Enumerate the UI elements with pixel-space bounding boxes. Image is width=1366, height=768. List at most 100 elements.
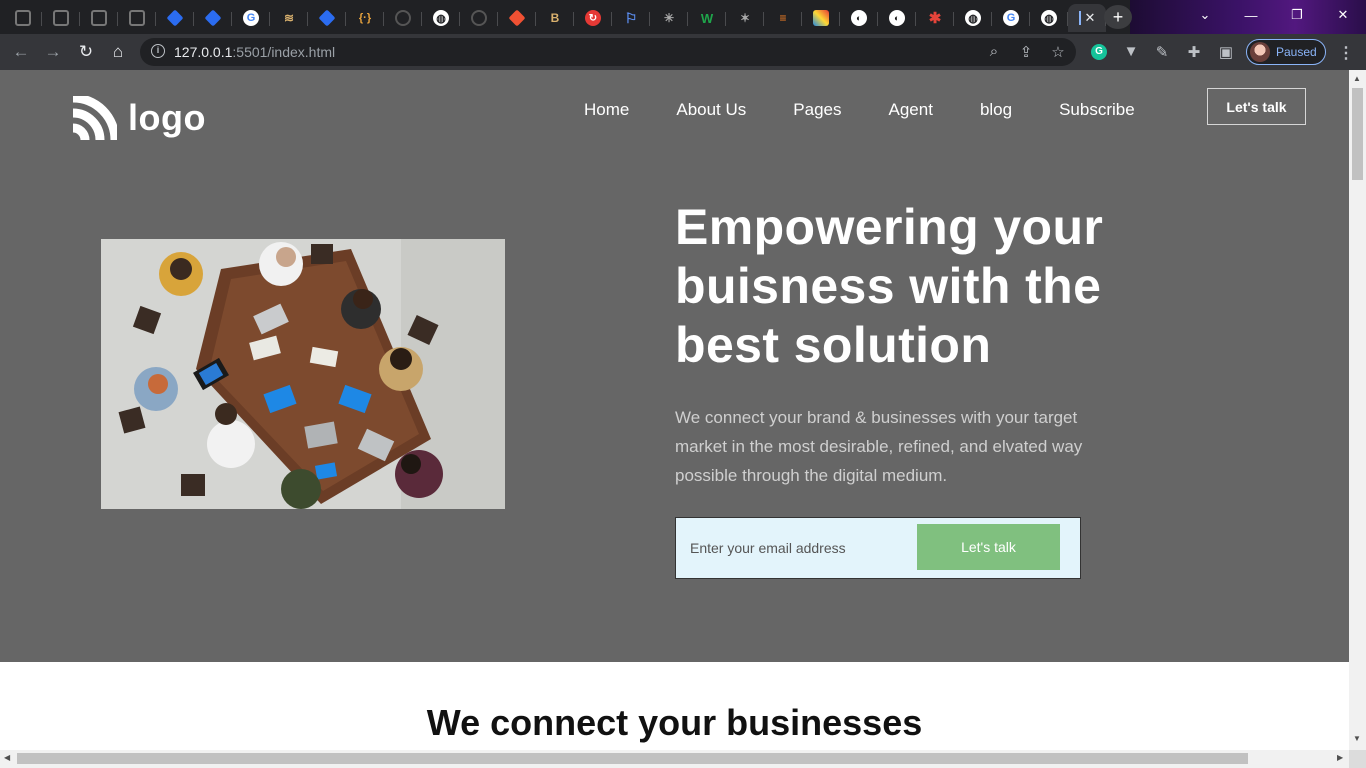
browser-tab[interactable] xyxy=(308,4,346,32)
jira-icon xyxy=(166,9,184,27)
back-arrow-icon[interactable]: ← xyxy=(11,42,31,62)
scroll-up-arrow-icon[interactable]: ▲ xyxy=(1353,74,1361,83)
planet-icon: ◐ xyxy=(851,10,867,26)
url-text[interactable]: 127.0.0.1:5501/index.html xyxy=(174,44,335,60)
browser-tab[interactable] xyxy=(194,4,232,32)
close-window-button[interactable]: ✕ xyxy=(1320,0,1366,30)
browser-tab[interactable] xyxy=(384,4,422,32)
browser-tab-strip: G ≋ {·} ◍ B ↻ ⚐ ✳ W ✶ ≡ ◐ ◐ ✱ ◍ G ◍ ✕ + ⌄ — ❐ ✕ xyxy=(0,0,1366,34)
jira-icon xyxy=(204,9,222,27)
nav-subscribe[interactable]: Subscribe xyxy=(1059,100,1135,120)
forward-arrow-icon[interactable]: → xyxy=(43,42,63,62)
section-title: We connect your businesses xyxy=(426,702,923,743)
new-tab-button[interactable]: + xyxy=(1104,5,1132,29)
jira-icon xyxy=(318,9,336,27)
vertical-scrollbar[interactable]: ▲ ▼ xyxy=(1349,70,1366,750)
flag-icon: ⚐ xyxy=(624,9,638,26)
email-input[interactable] xyxy=(690,518,910,578)
browser-tab[interactable]: ◍ xyxy=(1030,4,1068,32)
layers-icon: ≋ xyxy=(283,11,295,25)
lets-talk-header-button[interactable]: Let's talk xyxy=(1207,88,1306,125)
grammarly-extension-icon[interactable]: G xyxy=(1091,44,1107,60)
scrollbar-corner xyxy=(1349,750,1366,768)
browser-tab[interactable]: ✳ xyxy=(650,4,688,32)
nav-agent[interactable]: Agent xyxy=(889,100,933,120)
browser-menu-icon[interactable]: ⋮ xyxy=(1338,43,1354,63)
browser-tab[interactable] xyxy=(80,4,118,32)
filter-extension-icon[interactable]: ▼ xyxy=(1122,43,1140,60)
braces-icon: {·} xyxy=(358,12,372,24)
browser-tab[interactable]: ◐ xyxy=(878,4,916,32)
horizontal-scrollbar[interactable]: ◀ ▶ xyxy=(0,750,1349,768)
browser-tab[interactable] xyxy=(802,4,840,32)
globe-icon: ◍ xyxy=(965,10,981,26)
horizontal-scroll-thumb[interactable] xyxy=(17,753,1248,764)
scroll-right-arrow-icon[interactable]: ▶ xyxy=(1337,753,1343,762)
team-meeting-photo xyxy=(101,239,505,509)
tab-search-icon[interactable]: ⌄ xyxy=(1182,0,1228,30)
browser-tab[interactable] xyxy=(4,4,42,32)
browser-tab[interactable]: G xyxy=(232,4,270,32)
nav-about-us[interactable]: About Us xyxy=(676,100,746,120)
google-icon: G xyxy=(243,10,259,26)
browser-tab[interactable] xyxy=(498,4,536,32)
browser-tab[interactable]: W xyxy=(688,4,726,32)
browser-tab[interactable]: ✶ xyxy=(726,4,764,32)
browser-tab[interactable]: {·} xyxy=(346,4,384,32)
browser-tab[interactable]: ⚐ xyxy=(612,4,650,32)
vertical-scroll-thumb[interactable] xyxy=(1352,88,1363,180)
browser-tab[interactable]: ◍ xyxy=(954,4,992,32)
square-icon xyxy=(91,10,107,26)
nav-blog[interactable]: blog xyxy=(980,100,1012,120)
browser-tab[interactable]: B xyxy=(536,4,574,32)
restore-button[interactable]: ❐ xyxy=(1274,0,1320,30)
browser-tab[interactable]: ◐ xyxy=(840,4,878,32)
reload-icon[interactable]: ↻ xyxy=(76,42,96,62)
asterisk-icon: ✱ xyxy=(928,10,942,27)
rss-logo-icon xyxy=(72,96,117,141)
square-icon xyxy=(129,10,145,26)
browser-tab[interactable] xyxy=(156,4,194,32)
profile-status: Paused xyxy=(1276,45,1317,59)
active-browser-tab[interactable]: ✕ xyxy=(1068,4,1106,32)
loading-icon xyxy=(471,10,487,26)
browser-tab[interactable] xyxy=(42,4,80,32)
zoom-icon[interactable]: ⌕ xyxy=(985,43,1003,60)
side-panel-icon[interactable]: ▣ xyxy=(1217,43,1235,61)
git-icon xyxy=(508,9,526,27)
site-info-icon[interactable]: i xyxy=(151,44,165,58)
nav-pages[interactable]: Pages xyxy=(793,100,841,120)
url-path: :5501/index.html xyxy=(232,44,336,60)
red-circle-icon: ↻ xyxy=(585,10,601,26)
bookmark-star-icon[interactable]: ☆ xyxy=(1049,43,1067,61)
main-nav: Home About Us Pages Agent blog Subscribe xyxy=(584,100,1182,120)
tab-list: G ≋ {·} ◍ B ↻ ⚐ ✳ W ✶ ≡ ◐ ◐ ✱ ◍ G ◍ ✕ xyxy=(4,4,1106,32)
minimize-button[interactable]: — xyxy=(1228,0,1274,30)
globe-icon: ◍ xyxy=(1041,10,1057,26)
browser-tab[interactable]: ◍ xyxy=(422,4,460,32)
browser-tab[interactable] xyxy=(118,4,156,32)
browser-tab[interactable] xyxy=(460,4,498,32)
close-tab-icon[interactable]: ✕ xyxy=(1085,10,1096,26)
extensions-puzzle-icon[interactable]: ✚ xyxy=(1185,43,1203,61)
scroll-down-arrow-icon[interactable]: ▼ xyxy=(1353,734,1361,743)
home-icon[interactable]: ⌂ xyxy=(108,42,128,62)
lets-talk-submit-button[interactable]: Let's talk xyxy=(917,524,1060,570)
hero-headline: Empowering your buisness with the best s… xyxy=(675,199,1104,373)
pen-extension-icon[interactable]: ✎ xyxy=(1153,43,1171,61)
browser-tab[interactable]: ≋ xyxy=(270,4,308,32)
url-host: 127.0.0.1 xyxy=(174,44,233,60)
browser-tab[interactable]: G xyxy=(992,4,1030,32)
browser-tab[interactable]: ↻ xyxy=(574,4,612,32)
share-icon[interactable]: ⇪ xyxy=(1017,43,1035,61)
hero-subtext: We connect your brand & businesses with … xyxy=(675,408,1083,485)
browser-tab[interactable]: ≡ xyxy=(764,4,802,32)
nav-home[interactable]: Home xyxy=(584,100,629,120)
site-logo[interactable]: logo xyxy=(71,96,206,142)
globe-icon: ◍ xyxy=(433,10,449,26)
scroll-left-arrow-icon[interactable]: ◀ xyxy=(4,753,10,762)
planet-icon: ◐ xyxy=(889,10,905,26)
browser-tab[interactable]: ✱ xyxy=(916,4,954,32)
square-icon xyxy=(53,10,69,26)
profile-button[interactable]: Paused xyxy=(1246,39,1326,65)
